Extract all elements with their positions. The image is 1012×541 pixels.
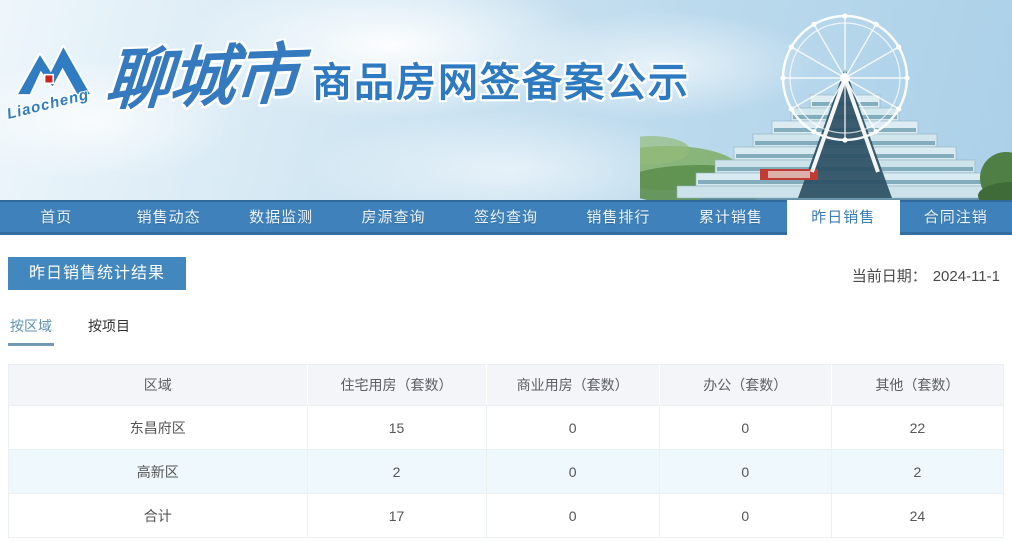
table-row: 东昌府区 15 0 0 22 bbox=[8, 405, 1005, 450]
nav-item-data-monitor[interactable]: 数据监测 bbox=[225, 200, 337, 235]
yesterday-sales-table: 区域 住宅用房（套数） 商业用房（套数） 办公（套数） 其他（套数） 东昌府区 … bbox=[8, 364, 1005, 538]
tab-by-project[interactable]: 按项目 bbox=[88, 316, 130, 346]
tab-by-region[interactable]: 按区域 bbox=[8, 316, 54, 346]
table-header-row: 区域 住宅用房（套数） 商业用房（套数） 办公（套数） 其他（套数） bbox=[8, 364, 1005, 406]
nav-item-sales-ranking[interactable]: 销售排行 bbox=[562, 200, 674, 235]
city-name-calligraphy: 聊城市 bbox=[103, 36, 301, 118]
col-header-other: 其他（套数） bbox=[830, 364, 1005, 406]
nav-item-yesterday-sales[interactable]: 昨日销售 bbox=[787, 200, 900, 240]
current-date-label: 当前日期： bbox=[851, 268, 927, 285]
city-scene-illustration bbox=[640, 13, 1012, 200]
cell-office: 0 bbox=[658, 449, 832, 494]
nav-item-contract-cancellation[interactable]: 合同注销 bbox=[900, 200, 1012, 235]
cell-commercial: 0 bbox=[485, 493, 660, 538]
nav-item-cumulative-sales[interactable]: 累计销售 bbox=[675, 200, 787, 235]
table-row-total: 合计 17 0 0 24 bbox=[8, 493, 1005, 538]
cell-other: 24 bbox=[830, 493, 1005, 538]
col-header-office: 办公（套数） bbox=[658, 364, 832, 406]
brand-block: Liaocheng 聊城市 商品房网签备案公示 bbox=[5, 36, 690, 130]
site-header-banner: Liaocheng 聊城市 商品房网签备案公示 bbox=[0, 0, 1012, 200]
table-row: 高新区 2 0 0 2 bbox=[8, 449, 1005, 494]
cell-residential: 15 bbox=[306, 405, 487, 450]
nav-item-listing-search[interactable]: 房源查询 bbox=[337, 200, 449, 235]
cell-region: 东昌府区 bbox=[8, 405, 308, 450]
main-nav: 首页 销售动态 数据监测 房源查询 签约查询 销售排行 累计销售 昨日销售 合同… bbox=[0, 200, 1012, 240]
cell-region: 合计 bbox=[8, 493, 308, 538]
cell-region: 高新区 bbox=[8, 449, 308, 494]
current-date: 当前日期： 2024-11-1 bbox=[852, 265, 1004, 286]
cell-office: 0 bbox=[658, 405, 832, 450]
nav-item-contract-search[interactable]: 签约查询 bbox=[450, 200, 562, 235]
cell-commercial: 0 bbox=[485, 405, 660, 450]
liaocheng-logo-icon: Liaocheng bbox=[5, 38, 98, 130]
page-title: 昨日销售统计结果 bbox=[8, 257, 187, 290]
cell-residential: 17 bbox=[306, 493, 487, 538]
col-header-commercial: 商业用房（套数） bbox=[485, 364, 660, 406]
cell-office: 0 bbox=[658, 493, 832, 538]
nav-item-sales-trends[interactable]: 销售动态 bbox=[112, 200, 224, 235]
current-date-value: 2024-11-1 bbox=[932, 268, 1000, 285]
page: Liaocheng 聊城市 商品房网签备案公示 首页 销售动态 数据监测 房源查… bbox=[0, 0, 1012, 541]
cell-other: 2 bbox=[830, 449, 1005, 494]
nav-item-home[interactable]: 首页 bbox=[0, 200, 112, 235]
cell-residential: 2 bbox=[306, 449, 487, 494]
site-title: 商品房网签备案公示 bbox=[312, 61, 690, 105]
content-area: 昨日销售统计结果 当前日期： 2024-11-1 按区域 按项目 区域 住宅用房（… bbox=[0, 257, 1012, 538]
col-header-region: 区域 bbox=[8, 364, 308, 406]
cell-commercial: 0 bbox=[485, 449, 660, 494]
view-tabs: 按区域 按项目 bbox=[8, 316, 1004, 346]
col-header-residential: 住宅用房（套数） bbox=[306, 364, 487, 406]
cell-other: 22 bbox=[830, 405, 1005, 450]
